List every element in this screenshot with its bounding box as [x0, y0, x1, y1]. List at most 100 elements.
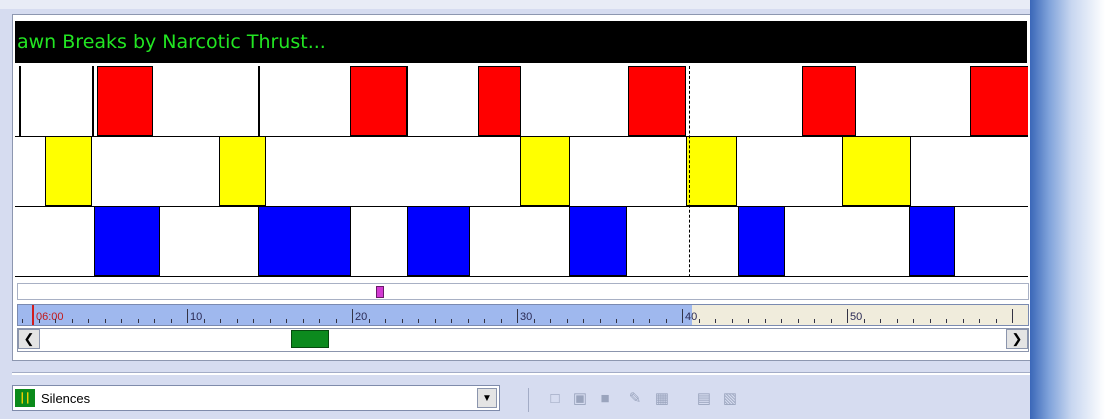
ruler-tick [946, 319, 947, 323]
ruler-tick [566, 319, 568, 323]
track-title-bar: awn Breaks by Narcotic Thrust... [15, 21, 1027, 63]
blue-block[interactable] [909, 206, 956, 276]
ruler-tick [38, 319, 40, 323]
scroll-left-button[interactable]: ❮ [18, 329, 40, 349]
yellow-lane[interactable] [15, 136, 1028, 207]
ruler-tick [352, 309, 353, 323]
ruler-tick [1029, 319, 1030, 323]
blue-block[interactable] [737, 206, 786, 276]
ruler-tick [863, 319, 865, 323]
ruler-tick [797, 319, 799, 323]
open-folder-icon[interactable]: ▣ [570, 389, 590, 409]
ruler-tick [599, 319, 601, 323]
ruler-tick [962, 319, 964, 323]
waveform-icon: ∣∣ [15, 389, 35, 407]
ruler-tick [649, 319, 650, 323]
red-block[interactable] [19, 66, 22, 136]
ruler-start-label: 06:00 [36, 311, 64, 323]
ruler-tick [748, 319, 749, 323]
ruler-tick [682, 309, 683, 323]
ruler-tick [484, 319, 485, 323]
track-title: awn Breaks by Narcotic Thrust... [17, 31, 326, 53]
ruler-tick [467, 319, 469, 323]
export-icon[interactable]: ▧ [720, 389, 740, 409]
ruler-tick [368, 319, 370, 323]
ruler-tick [170, 319, 172, 323]
ruler-tick-label: 40 [685, 311, 698, 323]
ruler-tick-label: 30 [520, 311, 533, 323]
dropdown-arrow-icon[interactable]: ▼ [477, 388, 497, 408]
ruler-tick [880, 319, 881, 323]
red-block[interactable] [477, 66, 522, 136]
ruler-tick [203, 319, 205, 323]
toolbar-separator [528, 388, 529, 412]
ruler-tick-label: 10 [190, 311, 203, 323]
ruler-tick [137, 319, 139, 323]
window-top-edge [0, 0, 1046, 9]
yellow-block[interactable] [685, 136, 737, 206]
red-block[interactable] [627, 66, 686, 136]
save-icon[interactable]: ■ [595, 389, 615, 409]
view-mode-value: Silences [41, 391, 91, 406]
ruler-tick [71, 319, 73, 323]
red-block[interactable] [801, 66, 856, 136]
segment-boundary [91, 66, 94, 136]
playhead-cursor[interactable] [688, 66, 690, 277]
ruler-tick [814, 319, 815, 323]
view-mode-select[interactable]: ∣∣ Silences ▼ [12, 385, 500, 411]
blue-block[interactable] [258, 206, 351, 276]
start-time-marker [32, 305, 34, 325]
ruler-tick [401, 319, 403, 323]
red-block[interactable] [349, 66, 407, 136]
red-block[interactable] [970, 66, 1028, 136]
chart-icon[interactable]: ▤ [694, 389, 714, 409]
ruler-tick [616, 319, 617, 323]
yellow-block[interactable] [519, 136, 571, 206]
horizontal-scrollbar[interactable]: ❮ ❯ [17, 328, 1029, 352]
ruler-tick [500, 319, 502, 323]
blue-lane[interactable] [15, 206, 1028, 277]
blue-block[interactable] [406, 206, 471, 276]
scroll-right-button[interactable]: ❯ [1006, 329, 1028, 349]
new-document-icon[interactable]: □ [545, 389, 565, 409]
ruler-tick [154, 319, 155, 323]
ruler-tick [253, 319, 254, 323]
ruler-tick-label: 50 [850, 311, 863, 323]
yellow-block[interactable] [44, 136, 92, 206]
ruler-tick [896, 319, 898, 323]
timeline-lanes[interactable] [15, 66, 1028, 277]
ruler-tick [517, 309, 518, 323]
ruler-tick [698, 319, 700, 323]
ruler-tick [632, 319, 634, 323]
timeline-panel: awn Breaks by Narcotic Thrust... 06:00 1… [12, 14, 1034, 361]
yellow-block[interactable] [218, 136, 266, 206]
panel-divider [12, 372, 1030, 375]
red-block[interactable] [97, 66, 153, 136]
ruler-tick [583, 319, 584, 323]
position-marker[interactable] [375, 286, 384, 298]
ruler-tick [121, 319, 122, 323]
scroll-thumb[interactable] [290, 330, 329, 348]
wrench-icon[interactable]: ✎ [625, 389, 645, 409]
ruler-tick [781, 319, 782, 323]
time-ruler[interactable]: 06:00 10 20 30 40 50 [17, 304, 1029, 326]
yellow-block[interactable] [842, 136, 911, 206]
red-lane[interactable] [15, 66, 1028, 137]
ruler-tick [22, 319, 23, 323]
ruler-tick [55, 319, 56, 323]
ruler-tick [302, 319, 304, 323]
blue-block[interactable] [569, 206, 628, 276]
clipboard-paste-icon[interactable]: ▦ [652, 389, 672, 409]
ruler-tick [187, 309, 188, 323]
ruler-tick [929, 319, 931, 323]
ruler-tick [830, 319, 832, 323]
ruler-tick [451, 319, 452, 323]
marker-track[interactable] [17, 283, 1029, 300]
blue-block[interactable] [94, 206, 161, 276]
ruler-tick [220, 319, 221, 323]
segment-boundary [258, 66, 261, 136]
ruler-tick [418, 319, 419, 323]
ruler-tick [104, 319, 106, 323]
ruler-tick [847, 309, 848, 323]
ruler-tick [533, 319, 535, 323]
